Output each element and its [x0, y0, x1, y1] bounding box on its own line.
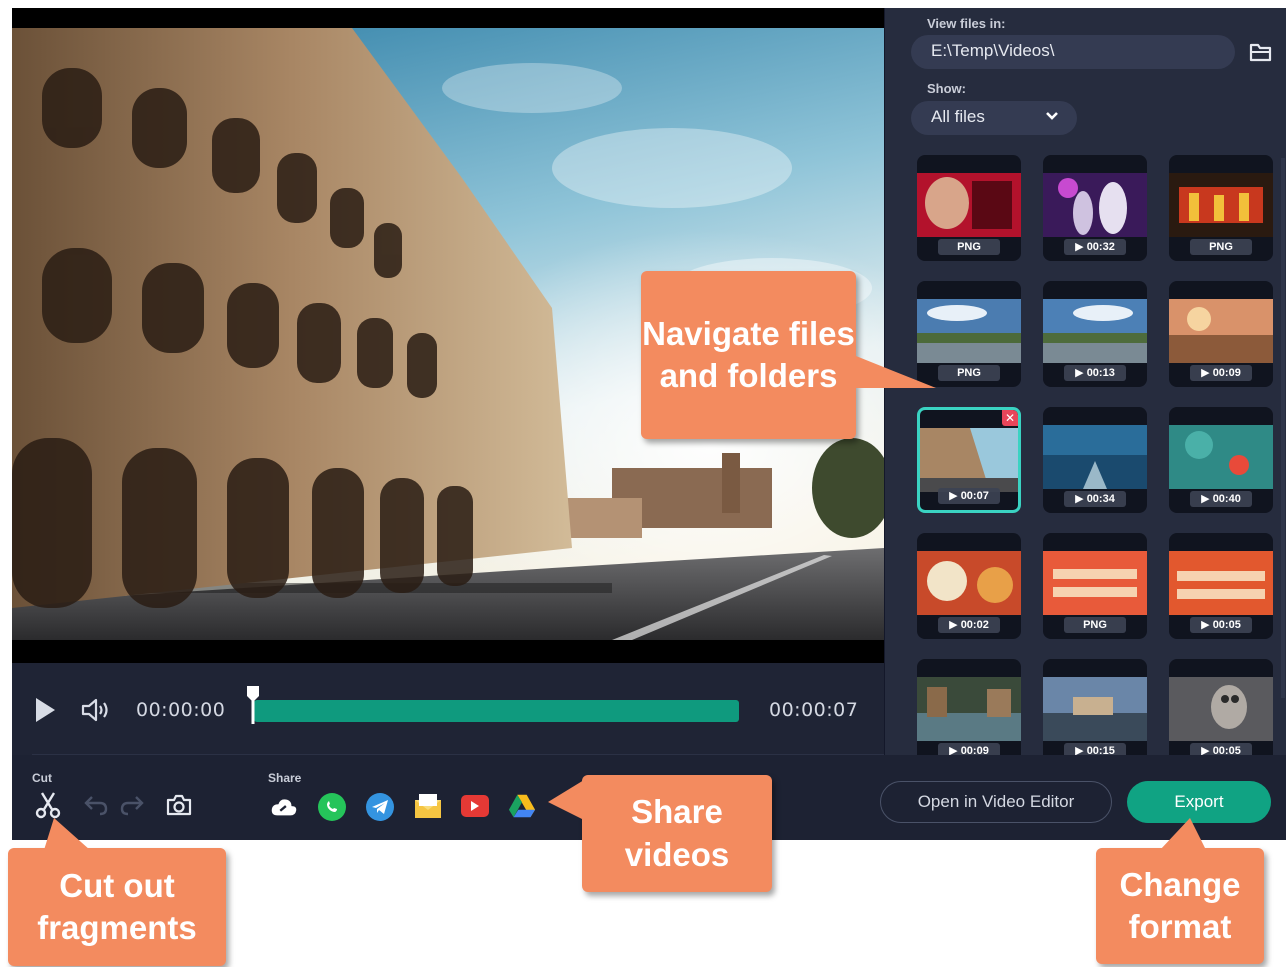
file-thumbnail	[917, 173, 1021, 237]
view-files-label: View files in:	[927, 16, 1006, 31]
file-badge: ▶ 00:40	[1190, 491, 1252, 507]
show-filter-value: All files	[931, 107, 985, 126]
camera-icon[interactable]	[165, 791, 193, 819]
file-thumbnail	[920, 428, 1018, 492]
player-controls: 00:00:00 00:00:07	[12, 663, 884, 755]
file-tile[interactable]: ▶ 00:13	[1043, 281, 1147, 387]
youtube-icon[interactable]	[461, 795, 489, 817]
whatsapp-icon[interactable]	[318, 793, 346, 821]
file-tile[interactable]: PNG	[1043, 533, 1147, 639]
callout-format-arrow	[1160, 818, 1206, 850]
file-badge: ▶ 00:02	[938, 617, 1000, 633]
cut-group-label: Cut	[32, 771, 52, 785]
close-icon[interactable]: ✕	[1002, 410, 1018, 426]
callout-navigate: Navigate files and folders	[641, 271, 856, 439]
file-tile[interactable]: ▶ 00:05	[1169, 533, 1273, 639]
google-drive-icon[interactable]	[508, 792, 536, 820]
file-badge: PNG	[938, 239, 1000, 255]
current-time: 00:00:00	[136, 699, 226, 721]
show-filter-dropdown[interactable]: All files	[911, 101, 1077, 135]
file-badge: ▶ 00:07	[938, 488, 1000, 504]
timeline-slider[interactable]	[254, 700, 739, 722]
scissors-icon[interactable]	[34, 791, 62, 819]
chevron-down-icon	[1046, 112, 1058, 120]
file-badge: ▶ 00:09	[938, 743, 1000, 755]
file-badge: ▶ 00:32	[1064, 239, 1126, 255]
show-label: Show:	[927, 81, 966, 96]
file-badge: PNG	[938, 365, 1000, 381]
callout-cut: Cut out fragments	[8, 848, 226, 966]
file-tile[interactable]: ▶ 00:32	[1043, 155, 1147, 261]
play-icon[interactable]	[34, 697, 56, 723]
file-tile[interactable]: ▶ 00:34	[1043, 407, 1147, 513]
file-tile-selected[interactable]: ✕ ▶ 00:07	[917, 407, 1021, 513]
file-thumbnail	[1169, 299, 1273, 363]
folder-path-input[interactable]: E:\Temp\Videos\	[911, 35, 1235, 69]
file-thumbnail	[1169, 677, 1273, 741]
file-badge: ▶ 00:13	[1064, 365, 1126, 381]
file-browser-panel: View files in: E:\Temp\Videos\ Show: All…	[884, 8, 1286, 755]
file-thumbnail	[917, 677, 1021, 741]
telegram-icon[interactable]	[366, 793, 394, 821]
folder-open-icon[interactable]	[1249, 41, 1273, 63]
cloud-link-icon[interactable]	[270, 793, 298, 821]
file-thumbnail	[1043, 425, 1147, 489]
callout-navigate-arrow	[856, 356, 936, 388]
export-button[interactable]: Export	[1127, 781, 1271, 823]
playhead-marker[interactable]	[246, 685, 260, 725]
callout-format: Change format	[1096, 848, 1264, 964]
file-thumbnail-grid: PNG ▶ 00:32 PNG PNG ▶ 00:13 ▶ 00:09 ✕ ▶ …	[905, 153, 1275, 755]
file-tile[interactable]: PNG	[917, 155, 1021, 261]
file-tile[interactable]: PNG	[1169, 155, 1273, 261]
file-thumbnail	[1169, 551, 1273, 615]
file-badge: PNG	[1064, 617, 1126, 633]
file-tile[interactable]: ▶ 00:40	[1169, 407, 1273, 513]
panel-scrollbar[interactable]	[1281, 158, 1285, 698]
file-thumbnail	[1169, 173, 1273, 237]
file-badge: ▶ 00:05	[1190, 617, 1252, 633]
file-badge: ▶ 00:09	[1190, 365, 1252, 381]
file-thumbnail	[1043, 551, 1147, 615]
file-badge: ▶ 00:15	[1064, 743, 1126, 755]
share-group-label: Share	[268, 771, 302, 785]
callout-cut-arrow	[44, 818, 90, 850]
file-badge: PNG	[1190, 239, 1252, 255]
file-tile[interactable]: ▶ 00:05	[1169, 659, 1273, 755]
file-tile[interactable]: ▶ 00:09	[1169, 281, 1273, 387]
redo-icon[interactable]	[118, 791, 146, 819]
file-thumbnail	[1169, 425, 1273, 489]
file-tile[interactable]: ▶ 00:09	[917, 659, 1021, 755]
email-icon[interactable]	[413, 791, 443, 821]
file-tile[interactable]: ▶ 00:15	[1043, 659, 1147, 755]
volume-icon[interactable]	[80, 697, 112, 723]
file-thumbnail	[1043, 677, 1147, 741]
file-thumbnail	[1043, 173, 1147, 237]
file-badge: ▶ 00:05	[1190, 743, 1252, 755]
file-badge: ▶ 00:34	[1064, 491, 1126, 507]
undo-icon[interactable]	[82, 791, 110, 819]
callout-share-arrow	[548, 780, 584, 820]
open-in-video-editor-button[interactable]: Open in Video Editor	[880, 781, 1112, 823]
callout-share: Share videos	[582, 775, 772, 892]
file-tile[interactable]: ▶ 00:02	[917, 533, 1021, 639]
file-thumbnail	[917, 551, 1021, 615]
file-thumbnail	[1043, 299, 1147, 363]
total-time: 00:00:07	[769, 699, 859, 721]
